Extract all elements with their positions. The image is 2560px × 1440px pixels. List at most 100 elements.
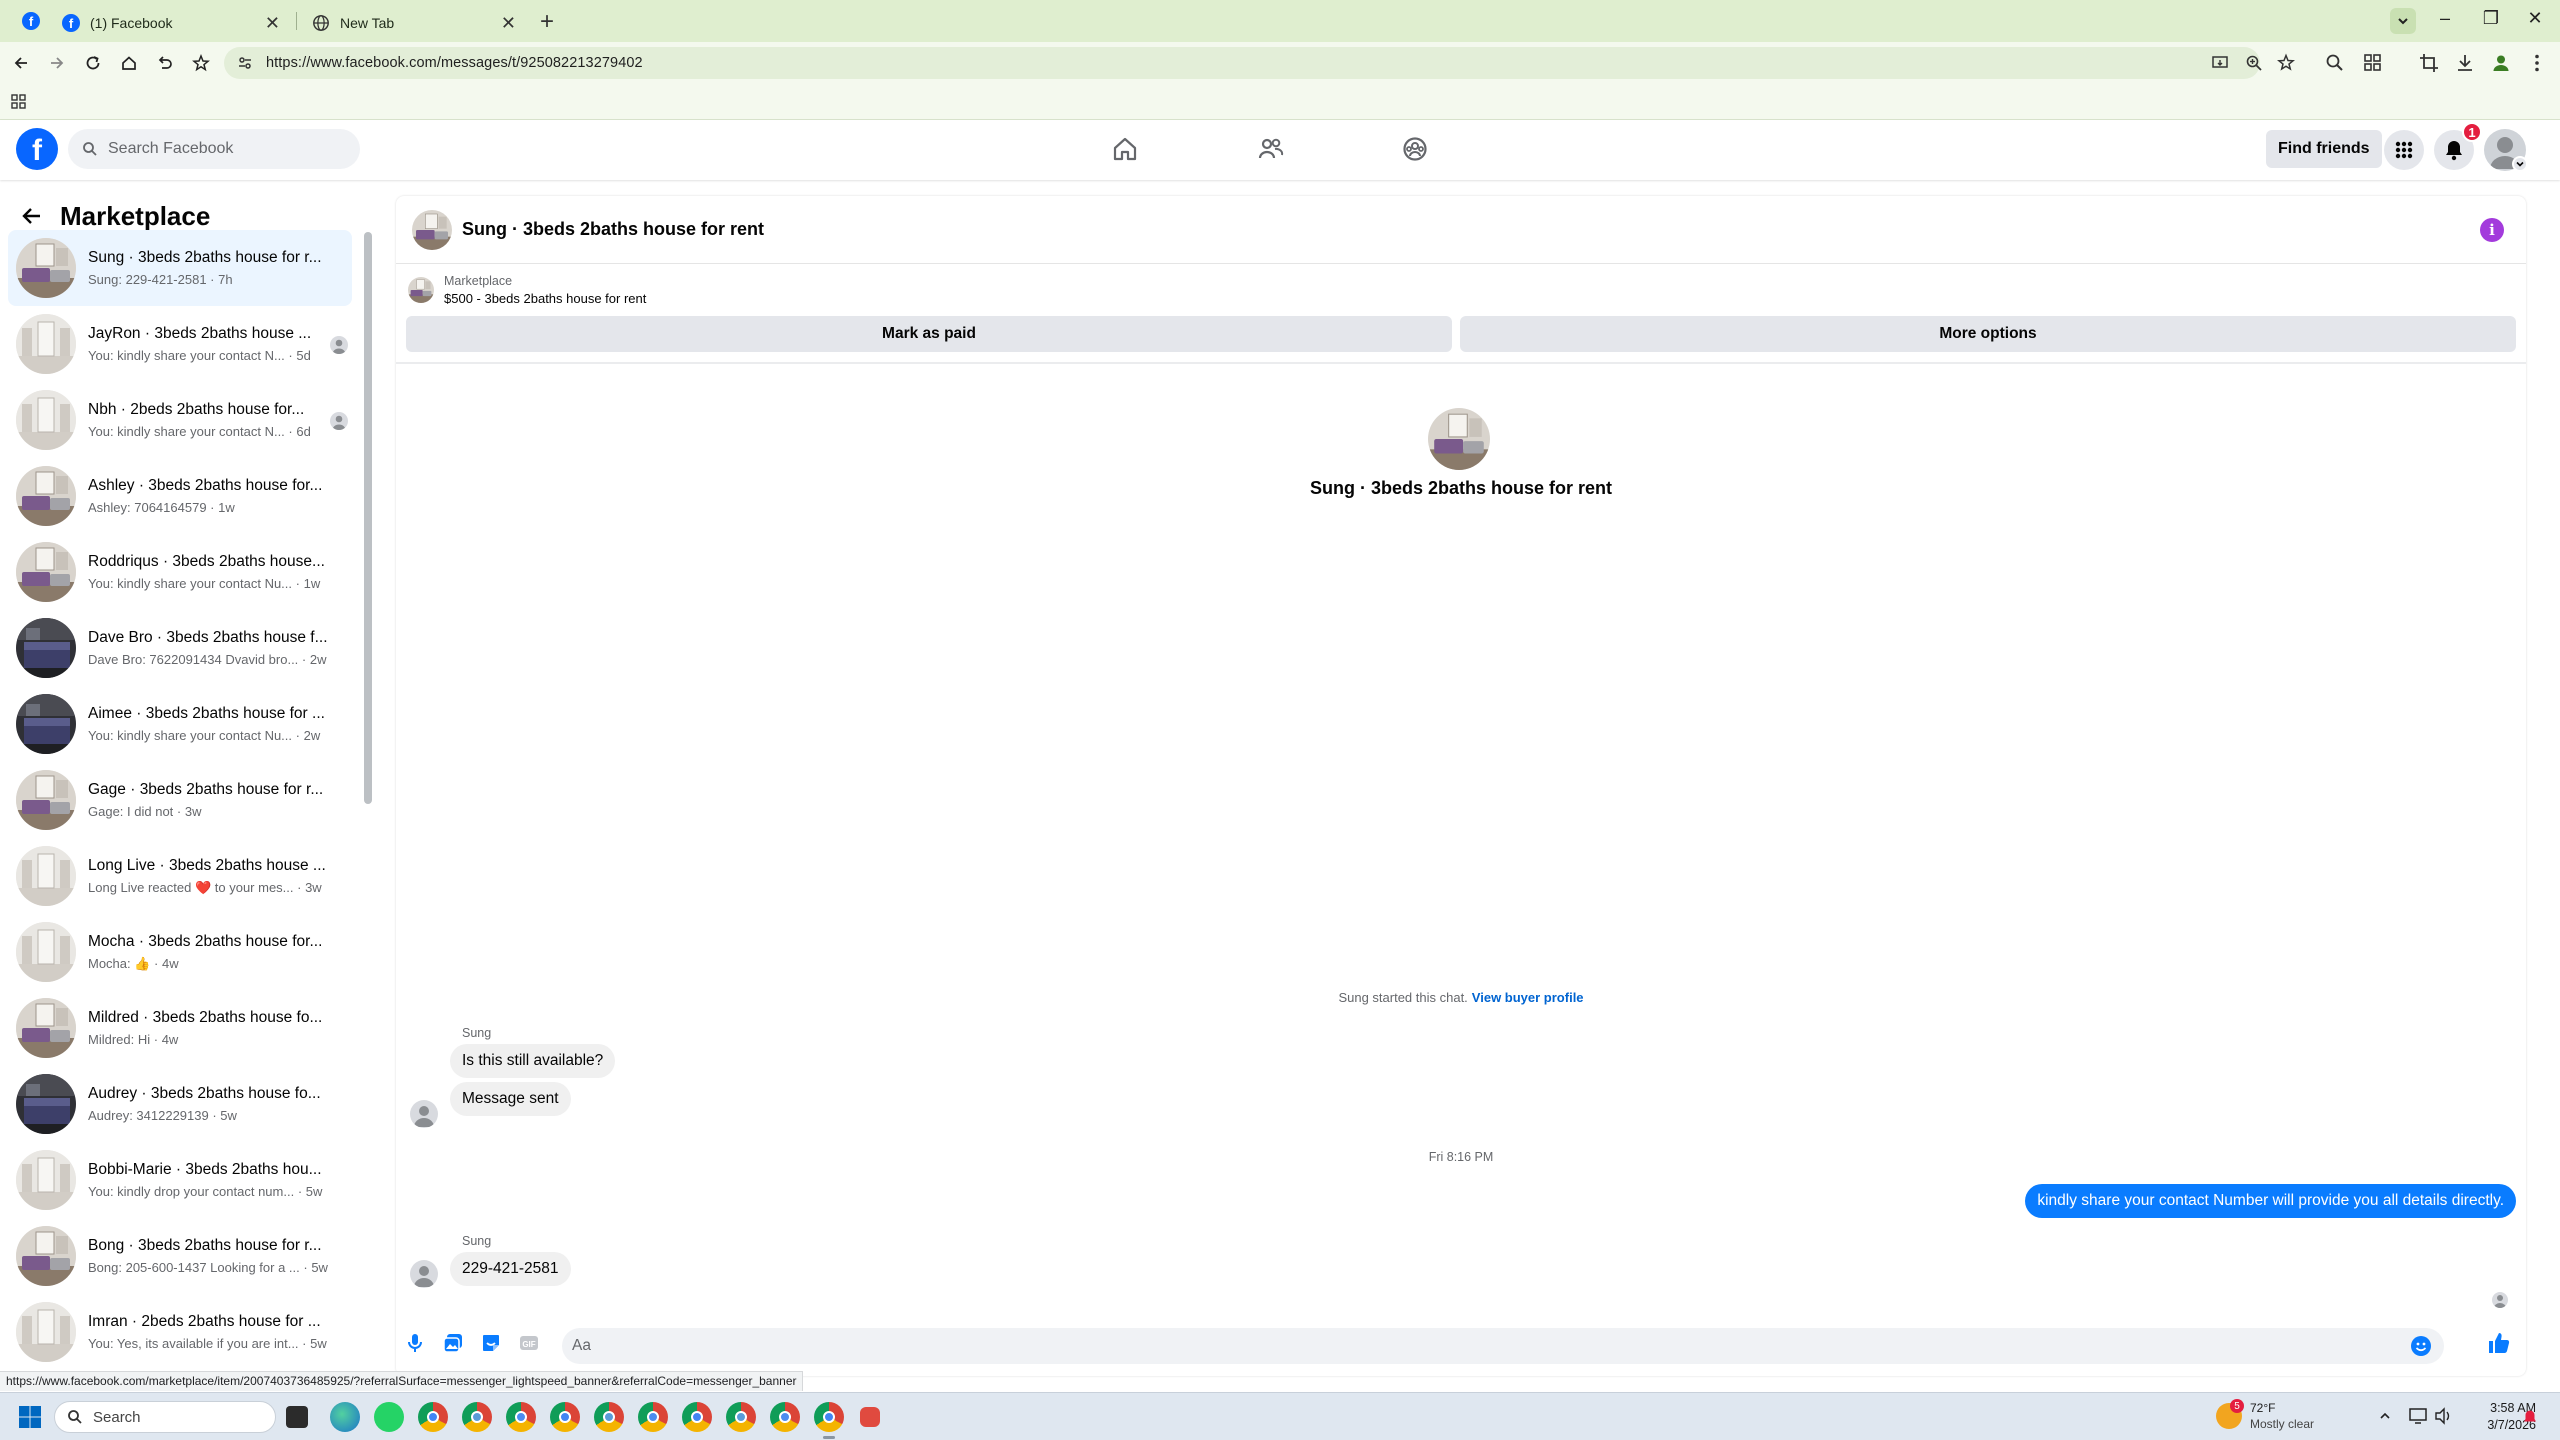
address-bar[interactable]: https://www.facebook.com/messages/t/9250…	[224, 47, 2295, 79]
close-tab-icon[interactable]: ✕	[501, 13, 516, 34]
zoom-icon[interactable]	[2244, 53, 2264, 73]
conversation-item[interactable]: Sung · 3beds 2baths house for r... Sung: …	[8, 230, 352, 306]
conversation-item[interactable]: Audrey · 3beds 2baths house fo... Audrey:…	[8, 1066, 352, 1142]
nav-groups-button[interactable]	[1398, 132, 1432, 166]
network-icon[interactable]	[2408, 1407, 2428, 1425]
menu-button[interactable]	[2384, 130, 2424, 170]
chrome-profile-icon[interactable]	[462, 1402, 492, 1432]
sticker-button[interactable]	[478, 1330, 504, 1356]
conversation-info-button[interactable]: i	[2480, 218, 2504, 242]
chrome-profile-icon[interactable]	[682, 1402, 712, 1432]
chrome-profile-icon[interactable]	[594, 1402, 624, 1432]
conversation-item[interactable]: Roddriqus · 3beds 2baths house... You: ki…	[8, 534, 352, 610]
conversation-item[interactable]: Nbh · 2beds 2baths house for... You: kind…	[8, 382, 352, 458]
apps-grid-icon[interactable]	[10, 93, 28, 111]
url-text[interactable]: https://www.facebook.com/messages/t/9250…	[266, 55, 643, 71]
search-icon[interactable]	[2324, 52, 2346, 74]
chrome-profile-icon[interactable]	[550, 1402, 580, 1432]
browser-tab-new[interactable]: New Tab ✕	[298, 4, 530, 42]
gif-button[interactable]: GIF	[516, 1330, 542, 1356]
conversation-item[interactable]: Long Live · 3beds 2baths house ... Long L…	[8, 838, 352, 914]
message-input-box[interactable]	[562, 1328, 2444, 1364]
install-app-icon[interactable]	[2210, 53, 2230, 73]
close-window-button[interactable]: ✕	[2520, 8, 2550, 29]
site-settings-icon[interactable]	[236, 54, 254, 72]
crop-icon[interactable]	[2418, 52, 2440, 74]
minimize-window-button[interactable]: –	[2430, 8, 2460, 29]
volume-icon[interactable]	[2434, 1407, 2454, 1425]
conversation-item[interactable]: Bong · 3beds 2baths house for r... Bong: …	[8, 1218, 352, 1294]
conversation-item[interactable]: Dave Bro · 3beds 2baths house f... Dave B…	[8, 610, 352, 686]
facebook-search-input[interactable]	[108, 140, 338, 158]
intro-listing-avatar[interactable]	[1428, 408, 1490, 470]
incoming-message[interactable]: Message sent	[450, 1082, 571, 1116]
file-explorer-icon[interactable]	[286, 1406, 308, 1428]
chrome-profile-icon[interactable]	[506, 1402, 536, 1432]
bookmark-star-button[interactable]	[190, 52, 212, 74]
weather-widget[interactable]: 5 72°F Mostly clear	[2216, 1399, 2336, 1435]
taskbar-search[interactable]: Search	[54, 1401, 276, 1433]
attach-photo-button[interactable]	[440, 1330, 466, 1356]
find-friends-button[interactable]: Find friends	[2266, 130, 2382, 168]
edge-browser-icon[interactable]	[330, 1402, 360, 1432]
back-button[interactable]	[10, 52, 32, 74]
chrome-profile-icon[interactable]	[770, 1402, 800, 1432]
menu-dots-icon[interactable]	[2526, 52, 2548, 74]
restore-window-button[interactable]: ❐	[2476, 8, 2506, 29]
forward-button[interactable]	[46, 52, 68, 74]
home-button[interactable]	[118, 52, 140, 74]
more-options-button[interactable]: More options	[1460, 316, 2516, 352]
chat-listing-avatar[interactable]	[412, 209, 452, 250]
incoming-message[interactable]: 229-421-2581	[450, 1252, 571, 1286]
scrollbar-thumb[interactable]	[364, 232, 372, 804]
undo-button[interactable]	[154, 52, 176, 74]
sender-avatar[interactable]	[410, 1100, 438, 1128]
chrome-profile-icon[interactable]	[726, 1402, 756, 1432]
snipping-tool-icon[interactable]	[860, 1407, 880, 1427]
whatsapp-icon[interactable]	[374, 1402, 404, 1432]
home-icon	[122, 56, 136, 70]
chrome-profile-icon[interactable]	[814, 1402, 844, 1439]
conversation-item[interactable]: Aimee · 3beds 2baths house for ... You: k…	[8, 686, 352, 762]
sidebar-scrollbar[interactable]	[362, 232, 372, 1372]
conversation-item[interactable]: JayRon · 3beds 2baths house ... You: kind…	[8, 306, 352, 382]
chrome-profile-icon[interactable]	[418, 1402, 448, 1432]
conversation-item[interactable]: Gage · 3beds 2baths house for r... Gage: …	[8, 762, 352, 838]
conversation-item[interactable]: Mocha · 3beds 2baths house for... Mocha: …	[8, 914, 352, 990]
conversation-item[interactable]: Imran · 2beds 2baths house for ... You: Y…	[8, 1294, 352, 1370]
listing-banner[interactable]: Marketplace $500 - 3beds 2baths house fo…	[406, 268, 2516, 312]
browser-tab-facebook[interactable]: f (1) Facebook ✕	[48, 4, 294, 42]
like-send-button[interactable]	[2486, 1330, 2512, 1356]
voice-clip-button[interactable]	[402, 1330, 428, 1356]
facebook-search-box[interactable]	[68, 129, 360, 169]
nav-friends-button[interactable]	[1254, 132, 1288, 166]
notification-bell-icon[interactable]	[2522, 1409, 2538, 1425]
nav-home-button[interactable]	[1108, 132, 1142, 166]
view-buyer-profile-link[interactable]: View buyer profile	[1472, 990, 1584, 1005]
outgoing-message[interactable]: kindly share your contact Number will pr…	[2025, 1184, 2516, 1218]
windows-start-icon[interactable]	[18, 1405, 42, 1429]
new-tab-button[interactable]: +	[540, 8, 554, 36]
account-menu-chevron[interactable]	[2512, 156, 2528, 172]
reload-button[interactable]	[82, 52, 104, 74]
chevron-up-icon[interactable]	[2378, 1409, 2392, 1423]
profile-icon[interactable]	[2490, 52, 2512, 74]
facebook-logo[interactable]: f	[16, 128, 58, 170]
sender-avatar[interactable]	[410, 1260, 438, 1288]
mark-as-paid-button[interactable]: Mark as paid	[406, 316, 1452, 352]
close-tab-icon[interactable]: ✕	[265, 13, 280, 34]
conversation-time: 5w	[310, 1336, 327, 1351]
emoji-icon[interactable]	[2410, 1335, 2432, 1357]
conversation-item[interactable]: Mildred · 3beds 2baths house fo... Mildre…	[8, 990, 352, 1066]
incoming-message[interactable]: Is this still available?	[450, 1044, 616, 1078]
chat-title[interactable]: Sung · 3beds 2baths house for rent	[462, 219, 764, 240]
chrome-profile-icon[interactable]	[638, 1402, 668, 1432]
back-arrow-icon[interactable]	[20, 204, 44, 228]
conversation-item[interactable]: Bobbi-Marie · 3beds 2baths hou... You: ki…	[8, 1142, 352, 1218]
extensions-icon[interactable]	[2362, 52, 2384, 74]
tab-search-button[interactable]	[2390, 8, 2416, 34]
download-icon[interactable]	[2454, 52, 2476, 74]
conversation-item[interactable]: Ashley · 3beds 2baths house for... Ashley…	[8, 458, 352, 534]
message-input[interactable]	[572, 1337, 2392, 1355]
bookmark-star-icon[interactable]	[2276, 53, 2296, 73]
